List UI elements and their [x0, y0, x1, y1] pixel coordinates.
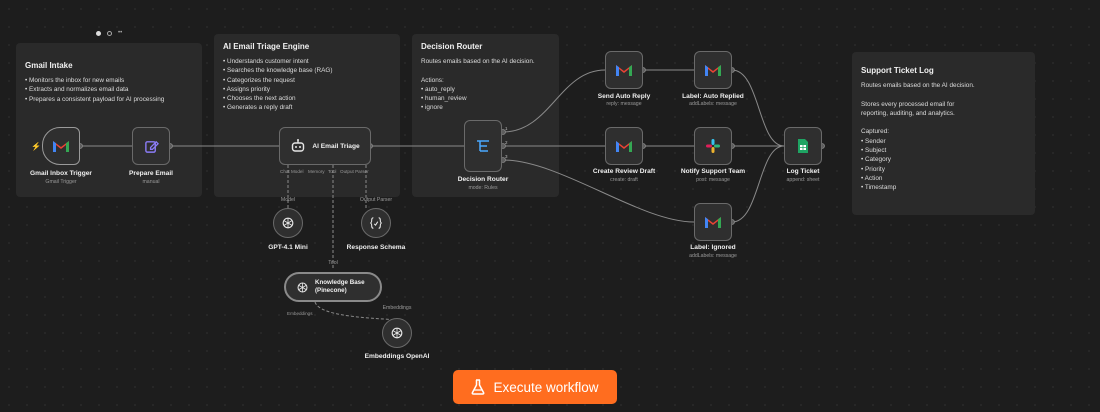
node-gmail-inbox-trigger[interactable]: [42, 127, 80, 165]
node-label-ignored[interactable]: [694, 203, 732, 241]
slack-icon: [706, 139, 720, 153]
openai-icon: [282, 217, 294, 229]
node-label: Embeddings OpenAI: [364, 353, 430, 360]
node-label: Label: Ignored: [690, 244, 736, 251]
gmail-icon: [53, 141, 69, 152]
node-prepare-email[interactable]: [132, 127, 170, 165]
svg-text:3: 3: [505, 154, 508, 159]
node-response-schema[interactable]: [361, 208, 391, 238]
port-chat-model: Chat Model: [280, 169, 304, 174]
node-label-auto-replied[interactable]: [694, 51, 732, 89]
node-sublabel: addLabels: message: [689, 101, 737, 107]
sheets-icon: [798, 139, 808, 153]
node-knowledge-base[interactable]: Knowledge Base (Pinecone): [284, 272, 382, 302]
node-notify-support-team[interactable]: [694, 127, 732, 165]
port-label: Tool: [328, 260, 338, 266]
router-icon: [477, 140, 489, 152]
flask-icon: [472, 379, 485, 395]
node-sublabel: append: sheet: [786, 177, 820, 183]
openai-icon: [391, 327, 403, 339]
node-embeddings-openai[interactable]: [382, 318, 412, 348]
node-label: AI Email Triage: [312, 142, 360, 150]
node-log-ticket[interactable]: [784, 127, 822, 165]
port-label: Output Parser: [359, 197, 393, 203]
trigger-bolt-icon: ⚡: [31, 142, 41, 151]
svg-text:1: 1: [505, 126, 508, 131]
node-ai-email-triage[interactable]: AI Email Triage: [279, 127, 371, 165]
node-sublabel: addLabels: message: [689, 253, 737, 259]
execute-workflow-button[interactable]: Execute workflow: [453, 370, 617, 404]
gmail-icon: [705, 65, 721, 76]
node-decision-router[interactable]: [464, 120, 502, 172]
node-label: Label: Auto Replied: [682, 93, 744, 100]
node-label: Prepare Email: [129, 170, 173, 177]
svg-text:2: 2: [505, 140, 508, 145]
node-label: Response Schema: [346, 244, 406, 251]
port-memory: Memory: [308, 169, 325, 174]
port-embeddings: Embeddings: [287, 311, 313, 316]
node-sublabel: manual: [142, 179, 160, 185]
wire-ignored-log: [731, 145, 785, 223]
gmail-icon: [616, 65, 632, 76]
port-output-parser: Output Parser: [340, 169, 369, 174]
node-send-auto-reply[interactable]: [605, 51, 643, 89]
robot-icon: [292, 139, 305, 152]
node-create-review-draft[interactable]: [605, 127, 643, 165]
node-label: Log Ticket: [786, 168, 820, 175]
connections-layer: 1 2 3: [77, 67, 825, 321]
gmail-icon: [705, 217, 721, 228]
port-label: Embeddings: [382, 305, 412, 311]
edit-icon: [144, 140, 159, 153]
gmail-icon: [616, 141, 632, 152]
node-label: Decision Router: [457, 176, 509, 183]
port-tool: Tool: [328, 169, 337, 174]
braces-icon: [370, 217, 382, 229]
node-sublabel: mode: Rules: [468, 185, 498, 191]
openai-icon: [297, 282, 308, 292]
execute-workflow-label: Execute workflow: [493, 379, 599, 395]
wire-label-log: [731, 69, 785, 147]
node-gpt-4-1-mini[interactable]: [273, 208, 303, 238]
node-label: Knowledge Base (Pinecone): [315, 279, 365, 294]
